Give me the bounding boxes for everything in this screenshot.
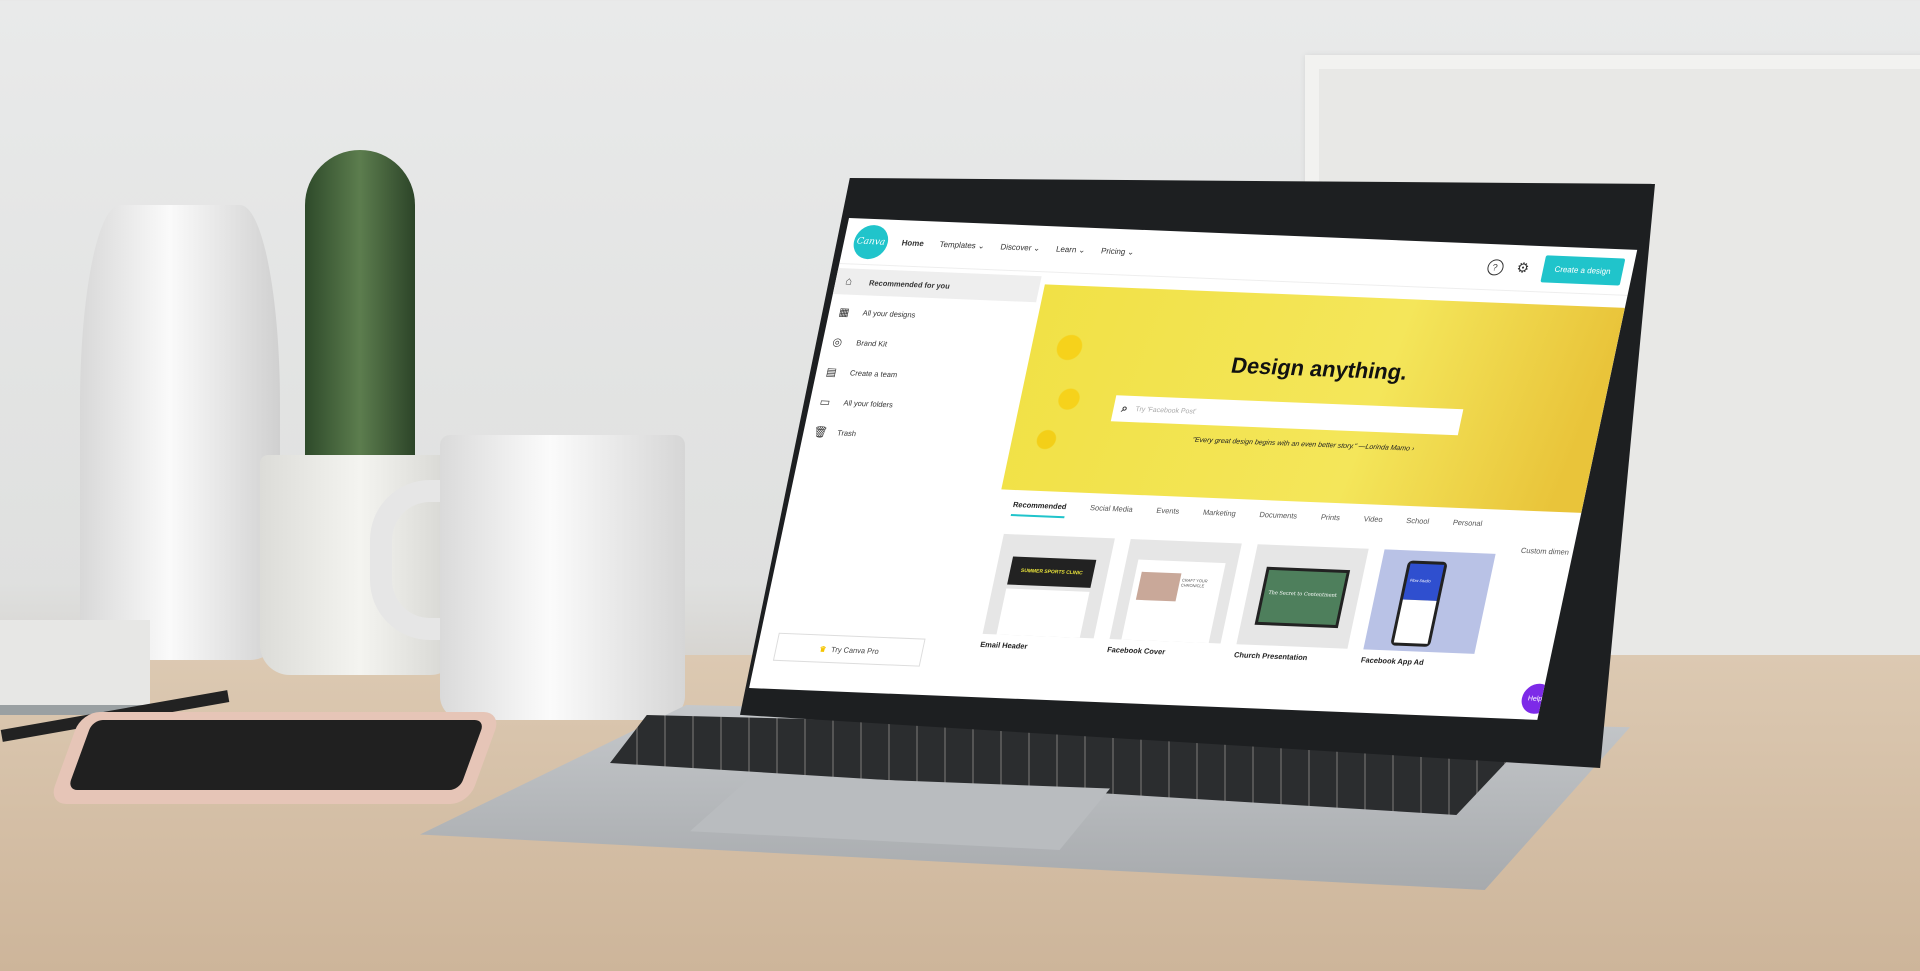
search-icon: ⌕ [1120, 402, 1129, 415]
nav-label: Pricing [1100, 246, 1127, 257]
tab-marketing[interactable]: Marketing [1201, 508, 1237, 525]
help-icon[interactable]: ? [1485, 258, 1505, 276]
card-label: Church Presentation [1233, 650, 1309, 663]
smartphone [48, 712, 502, 804]
custom-dimensions-link[interactable]: Custom dimen [1520, 546, 1570, 557]
card-church-presentation[interactable]: The Secret to Contentment Church Present… [1233, 544, 1369, 663]
canva-logo[interactable]: Canva [850, 223, 892, 260]
card-thumbnail: SUMMER SPORTS CLINIC [982, 533, 1115, 639]
card-label: Email Header [979, 639, 1029, 651]
sidebar-item-trash[interactable]: 🗑 Trash [801, 418, 1010, 452]
hero-banner: Design anything. ⌕ Try 'Facebook Post' "E… [1001, 284, 1625, 513]
gear-icon[interactable]: ⚙ [1513, 259, 1532, 277]
nav-learn[interactable]: Learn ⌄ [1055, 245, 1086, 255]
card-thumbnail: CRAFT YOUR CHRONICLE [1109, 539, 1242, 644]
chevron-down-icon: ⌄ [1032, 243, 1042, 253]
thumb-text: Flow Studio [1403, 563, 1445, 601]
card-thumbnail: The Secret to Contentment [1236, 544, 1369, 649]
try-pro-label: Try Canva Pro [830, 644, 880, 656]
trash-icon: 🗑 [812, 425, 829, 439]
sidebar-item-label: Brand Kit [855, 337, 889, 349]
tab-social-media[interactable]: Social Media [1088, 503, 1133, 521]
hero-title: Design anything. [1228, 352, 1410, 385]
card-facebook-cover[interactable]: CRAFT YOUR CHRONICLE Facebook Cover [1106, 539, 1242, 658]
hero-quote-link[interactable]: "Every great design begins with an even … [1013, 429, 1594, 459]
card-label: Facebook Cover [1106, 645, 1167, 657]
sidebar-item-label: Trash [836, 427, 858, 438]
card-thumbnail: Flow Studio [1363, 549, 1496, 654]
nav-label: Templates [938, 239, 977, 251]
sidebar-item-brand-kit[interactable]: ◎ Brand Kit [820, 328, 1029, 362]
card-email-header[interactable]: SUMMER SPORTS CLINIC Email Header [979, 533, 1115, 653]
sidebar-item-create-team[interactable]: ▤ Create a team [814, 358, 1023, 392]
phone-screen [67, 720, 485, 790]
chevron-down-icon: ⌄ [1126, 247, 1136, 257]
thumb-text: SUMMER SPORTS CLINIC [1007, 556, 1097, 588]
nav-templates[interactable]: Templates ⌄ [939, 240, 986, 251]
tab-documents[interactable]: Documents [1257, 510, 1299, 528]
home-icon: ⌂ [844, 275, 854, 288]
thumb-text: CRAFT YOUR CHRONICLE [1180, 577, 1209, 589]
notebook [0, 620, 150, 715]
card-facebook-app-ad[interactable]: Flow Studio Facebook App Ad [1360, 549, 1496, 668]
mug [440, 435, 685, 720]
cactus [305, 150, 415, 465]
tab-video[interactable]: Video [1361, 514, 1384, 531]
template-cards: SUMMER SPORTS CLINIC Email Header CRAFT … [979, 533, 1496, 669]
try-canva-pro-button[interactable]: ♛ Try Canva Pro [772, 632, 926, 667]
sidebar-item-all-designs[interactable]: ▦ All your designs [826, 298, 1035, 332]
tab-prints[interactable]: Prints [1319, 513, 1341, 530]
nav-discover[interactable]: Discover ⌄ [1000, 242, 1042, 253]
tab-events[interactable]: Events [1154, 506, 1181, 523]
sidebar-item-folders[interactable]: ▭ All your folders [807, 388, 1016, 422]
create-design-button[interactable]: Create a design [1539, 255, 1626, 286]
thumb-text: The Secret to Contentment [1258, 569, 1347, 626]
nav-label: Learn [1055, 244, 1078, 255]
tab-recommended[interactable]: Recommended [1010, 500, 1068, 519]
team-icon: ▤ [825, 365, 838, 379]
nav-pricing[interactable]: Pricing ⌄ [1100, 246, 1135, 256]
grid-icon: ▦ [837, 305, 851, 319]
tab-school[interactable]: School [1404, 516, 1431, 533]
search-placeholder: Try 'Facebook Post' [1134, 405, 1197, 416]
sidebar-item-label: All your designs [861, 307, 917, 319]
vase [80, 205, 280, 660]
chevron-down-icon: ⌄ [1077, 245, 1087, 255]
sidebar-item-label: All your folders [842, 397, 894, 409]
crown-icon: ♛ [818, 643, 828, 654]
nav-home[interactable]: Home [901, 238, 925, 248]
chevron-down-icon: ⌄ [977, 241, 986, 251]
brand-kit-icon: ◎ [831, 335, 844, 349]
tab-personal[interactable]: Personal [1451, 518, 1483, 535]
sidebar-item-label: Create a team [849, 367, 899, 379]
card-label: Facebook App Ad [1360, 655, 1425, 667]
search-input[interactable]: ⌕ Try 'Facebook Post' [1110, 395, 1464, 436]
folder-icon: ▭ [818, 395, 832, 409]
nav-label: Discover [999, 242, 1033, 253]
canva-screen: Canva Home Templates ⌄ Discover ⌄ Learn … [749, 218, 1638, 720]
sidebar-item-recommended[interactable]: ⌂ Recommended for you [832, 268, 1042, 303]
sidebar-item-label: Recommended for you [868, 277, 951, 291]
